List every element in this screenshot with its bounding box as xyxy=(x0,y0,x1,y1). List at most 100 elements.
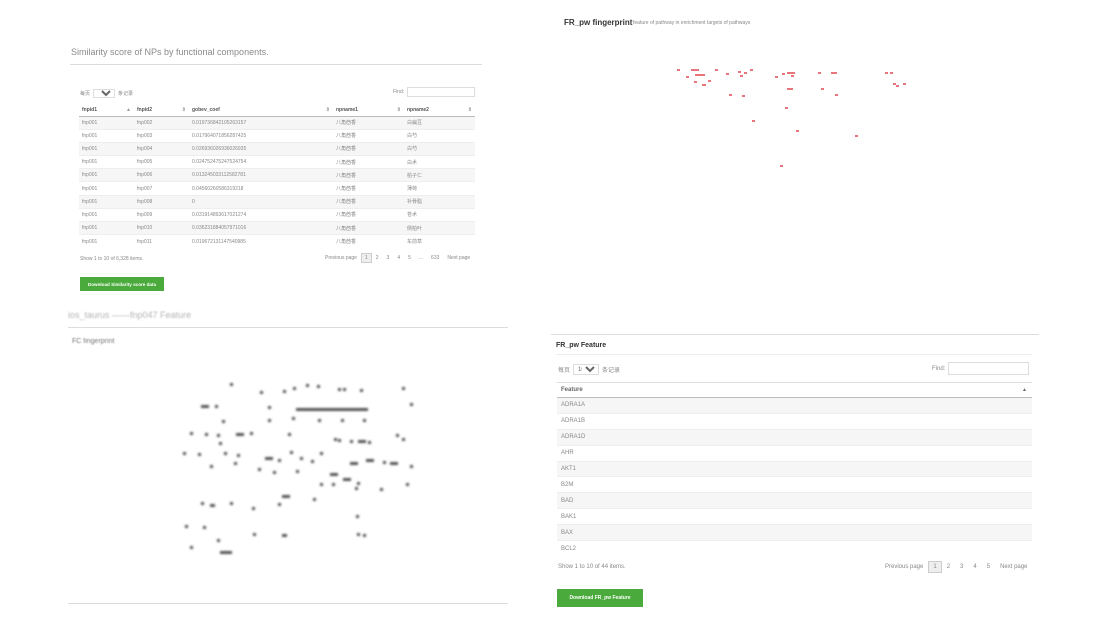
column-header-feature[interactable]: Feature ▲ xyxy=(557,382,1032,398)
fingerprint-mark xyxy=(217,434,220,437)
fingerprint-mark xyxy=(268,419,271,422)
table-row: fnp001 fnp005 0.024752475247524754 八角茴香 白术 xyxy=(79,155,475,169)
fingerprint-mark xyxy=(368,441,371,444)
fingerprint-mark xyxy=(791,75,794,77)
fingerprint-mark xyxy=(835,94,838,96)
page-button[interactable]: 633 xyxy=(427,253,443,263)
table-cell: fnp004 xyxy=(134,141,189,156)
fingerprint-mark xyxy=(210,465,213,468)
table-cell: 苍术 xyxy=(404,207,475,222)
feature-length-select[interactable]: 10 xyxy=(573,364,600,375)
feature-table-body: ADRA1A ADRA1B ADRA1D AHR AKT1 B2M BAD BAK1 BAX BC… xyxy=(557,397,1032,557)
table-cell: 八角茴香 xyxy=(333,194,404,209)
download-fr-pw-feature-button[interactable]: Download FR_pw Feature xyxy=(557,589,643,607)
fingerprint-mark xyxy=(317,385,320,388)
fingerprint-mark xyxy=(821,88,824,90)
fingerprint-mark xyxy=(288,433,291,436)
fingerprint-mark xyxy=(273,471,276,474)
fingerprint-mark xyxy=(201,405,209,408)
column-header-fnpid2[interactable]: fnpid2 ⇕ xyxy=(134,105,189,117)
length-prefix: 每页 xyxy=(558,368,571,374)
table-row: BAX xyxy=(557,524,1032,541)
fingerprint-mark xyxy=(831,72,837,74)
table-cell: fnp007 xyxy=(134,181,189,196)
table-row: fnp001 fnp002 0.019736842105263157 八角茴香 白扁豆 xyxy=(79,115,475,130)
sort-icon: ⇕ xyxy=(467,107,472,113)
fingerprint-mark xyxy=(260,391,263,394)
fingerprint-mark xyxy=(224,452,227,455)
page-button[interactable]: ... xyxy=(415,253,427,263)
fingerprint-mark xyxy=(702,84,706,86)
fingerprint-mark xyxy=(290,451,293,454)
previous-page-button[interactable]: Previous page xyxy=(880,561,928,573)
download-similarity-button[interactable]: Download Similarity score data xyxy=(80,277,164,291)
table-cell: BAX xyxy=(557,524,1032,541)
next-page-button[interactable]: Next page xyxy=(443,253,474,263)
table-cell: fnp001 xyxy=(79,220,134,235)
divider xyxy=(70,64,482,65)
fingerprint-mark xyxy=(230,502,233,505)
similarity-search-input[interactable] xyxy=(407,87,476,97)
fingerprint-mark xyxy=(341,419,344,422)
similarity-length-select[interactable]: 10 xyxy=(93,89,116,98)
table-cell: 八角茴香 xyxy=(333,155,404,169)
fingerprint-mark xyxy=(198,453,201,456)
fingerprint-mark xyxy=(332,483,335,486)
table-cell: BCL2 xyxy=(557,540,1032,557)
table-cell: 0.036231884057971016 xyxy=(189,220,333,235)
previous-page-button[interactable]: Previous page xyxy=(321,253,361,263)
column-header-fnpid1[interactable]: fnpid1 ▲ xyxy=(79,105,134,117)
page-button[interactable]: 2 xyxy=(372,253,383,263)
page-button[interactable]: 5 xyxy=(982,561,995,573)
fingerprint-mark xyxy=(796,130,799,132)
fingerprint-mark xyxy=(893,83,896,85)
fingerprint-mark xyxy=(790,88,793,90)
page-button[interactable]: 4 xyxy=(968,561,981,573)
page-button[interactable]: 1 xyxy=(360,253,372,263)
fingerprint-mark xyxy=(350,440,353,443)
column-header-npname1[interactable]: npname1 ⇕ xyxy=(333,105,404,117)
page-button[interactable]: 5 xyxy=(404,253,415,263)
fingerprint-mark xyxy=(780,165,783,167)
sort-asc-icon: ▲ xyxy=(126,107,131,113)
fingerprint-mark xyxy=(210,504,215,507)
fingerprint-mark xyxy=(363,419,366,422)
fingerprint-mark xyxy=(750,69,753,71)
fingerprint-mark xyxy=(283,390,286,393)
fingerprint-mark xyxy=(355,487,358,490)
table-cell: BAD xyxy=(557,492,1032,509)
next-page-button[interactable]: Next page xyxy=(995,561,1032,573)
fingerprint-mark xyxy=(311,460,314,463)
column-header-gobev-coef[interactable]: gobev_coef ⇕ xyxy=(189,105,333,117)
fingerprint-mark xyxy=(356,515,359,518)
table-row: B2M xyxy=(557,476,1032,493)
page-button[interactable]: 1 xyxy=(928,561,942,573)
table-cell: AHR xyxy=(557,444,1032,462)
table-cell: fnp001 xyxy=(79,155,134,169)
fingerprint-mark xyxy=(740,75,743,77)
feature-info: Show 1 to 10 of 44 items. xyxy=(558,564,626,570)
fingerprint-mark xyxy=(343,478,351,481)
page-button[interactable]: 3 xyxy=(383,253,394,263)
fingerprint-mark xyxy=(402,387,405,390)
table-cell: fnp001 xyxy=(79,168,134,182)
page-button[interactable]: 4 xyxy=(393,253,404,263)
feature-search-input[interactable] xyxy=(948,362,1030,375)
table-row: fnp001 fnp007 0.04560260586319218 八角茴香 薄荷 xyxy=(79,181,475,196)
column-header-npname2[interactable]: npname2 ⇕ xyxy=(404,105,475,117)
fingerprint-mark xyxy=(183,452,186,455)
fingerprint-mark xyxy=(715,69,718,71)
fingerprint-mark xyxy=(318,419,321,422)
page-button[interactable]: 2 xyxy=(942,561,955,573)
page-button[interactable]: 3 xyxy=(955,561,968,573)
fingerprint-mark xyxy=(785,107,788,109)
similarity-table: fnpid1 ▲ fnpid2 ⇕ gobev_coef ⇕ npname1 ⇕ npn… xyxy=(79,105,475,248)
table-cell: 八角茴香 xyxy=(333,220,404,235)
fingerprint-mark xyxy=(402,438,405,441)
fingerprint-mark xyxy=(752,120,755,122)
fingerprint-mark xyxy=(338,439,341,442)
table-cell: fnp003 xyxy=(134,128,189,143)
fingerprint-mark xyxy=(380,488,383,491)
similarity-info: Show 1 to 10 of 6,328 items. xyxy=(80,256,144,262)
fingerprint-mark xyxy=(253,533,256,536)
